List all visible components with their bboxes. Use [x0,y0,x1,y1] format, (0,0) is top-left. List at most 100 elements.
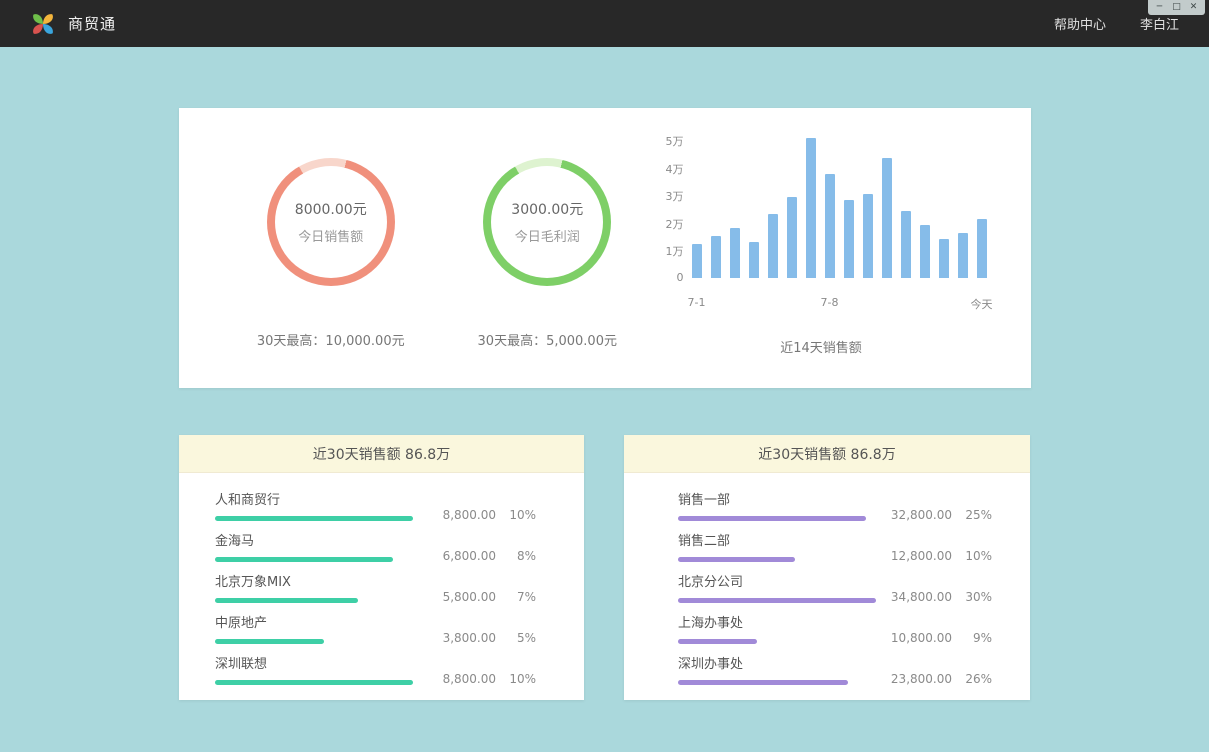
today-profit-footnote: 30天最高：5,000.00元 [478,330,617,349]
item-percent: 26% [952,672,992,686]
progress-bar [678,557,795,562]
item-value: 5,800.00 [430,590,496,604]
maximize-icon[interactable]: □ [1169,1,1184,14]
item-value: 23,800.00 [886,672,952,686]
bar [920,225,930,278]
list-item: 深圳办事处 23,800.0026% [678,653,992,685]
item-value: 12,800.00 [886,549,952,563]
x-tick-label: 今天 [971,296,993,312]
top-customers-panel: 近30天销售额 86.8万 人和商贸行8,800.0010%金海马6,800.0… [179,435,584,700]
donut-hole: 8000.00元 今日销售额 [275,166,387,278]
bar [863,194,873,278]
item-percent: 7% [496,590,536,604]
item-value: 10,800.00 [886,631,952,645]
progress-bar [215,639,324,644]
item-percent: 10% [496,672,536,686]
item-percent: 10% [952,549,992,563]
item-name: 中原地产 [215,612,324,631]
item-percent: 9% [952,631,992,645]
bar [977,219,987,278]
item-value: 32,800.00 [886,508,952,522]
y-tick-label: 0 [677,271,684,284]
list-item: 人和商贸行 8,800.0010% [215,489,536,521]
daily-sales-chart: 5万4万3万2万1万0 7-17-8今天 近14天销售额 [656,108,987,356]
help-center-link[interactable]: 帮助中心 [1054,14,1106,33]
overview-card: 8000.00元 今日销售额 30天最高：10,000.00元 3000.00元… [179,108,1031,388]
progress-bar [678,516,866,521]
bar [882,158,892,278]
app-title: 商贸通 [68,13,116,34]
item-name: 深圳办事处 [678,653,848,672]
bar [768,214,778,278]
item-value: 3,800.00 [430,631,496,645]
list-item: 销售一部 32,800.0025% [678,489,992,521]
today-sales-block: 8000.00元 今日销售额 30天最高：10,000.00元 [223,108,440,349]
daily-ylabels: 5万 4万 3万 2万 1万 0 [656,133,684,284]
item-name: 北京万象MIX [215,571,358,590]
today-profit-block: 3000.00元 今日毛利润 30天最高：5,000.00元 [439,108,656,349]
window-controls: ─ □ ✕ [1148,0,1205,15]
bar [901,211,911,278]
bar [939,239,949,278]
y-tick-label: 1万 [666,243,684,259]
list-item: 中原地产 3,800.005% [215,612,536,644]
y-tick-label: 5万 [666,133,684,149]
today-profit-label: 今日毛利润 [515,226,580,245]
daily-bars [692,138,987,278]
today-profit-value: 3000.00元 [511,199,583,219]
app-logo-pinwheel-icon [30,11,56,37]
today-sales-label: 今日销售额 [298,226,363,245]
item-percent: 25% [952,508,992,522]
y-tick-label: 2万 [666,216,684,232]
minimize-icon[interactable]: ─ [1152,1,1167,14]
panel-title: 近30天销售额 86.8万 [624,435,1030,473]
list-item: 金海马6,800.008% [215,530,536,562]
today-sales-value: 8000.00元 [295,199,367,219]
list-item: 深圳联想 8,800.0010% [215,653,536,685]
progress-bar [215,557,393,562]
bar [730,228,740,278]
progress-bar [215,680,413,685]
item-percent: 10% [496,508,536,522]
progress-bar [678,680,848,685]
bar [787,197,797,278]
panel-title: 近30天销售额 86.8万 [179,435,584,473]
top-customers-list: 人和商贸行8,800.0010%金海马6,800.008%北京万象MIX5,80… [179,473,584,685]
today-sales-footnote: 30天最高：10,000.00元 [257,330,405,349]
user-menu[interactable]: 李白江 [1140,14,1179,33]
item-value: 8,800.00 [430,508,496,522]
item-name: 上海办事处 [678,612,757,631]
bar [958,233,968,278]
item-value: 34,800.00 [886,590,952,604]
bar [749,242,759,278]
x-tick-label: 7-1 [688,296,706,309]
daily-xlabels: 7-17-8今天 [692,296,987,311]
item-value: 8,800.00 [430,672,496,686]
bar [711,236,721,278]
y-tick-label: 4万 [666,161,684,177]
item-name: 销售二部 [678,530,795,549]
list-item: 北京万象MIX 5,800.007% [215,571,536,603]
y-tick-label: 3万 [666,188,684,204]
list-item: 北京分公司 34,800.0030% [678,571,992,603]
item-name: 金海马 [215,530,393,549]
item-name: 销售一部 [678,489,866,508]
bar [692,244,702,278]
bar [844,200,854,278]
item-percent: 5% [496,631,536,645]
donut-chart-today-profit: 3000.00元 今日毛利润 [483,158,611,286]
list-item: 销售二部 12,800.0010% [678,530,992,562]
item-name: 深圳联想 [215,653,413,672]
item-value: 6,800.00 [430,549,496,563]
panels-row: 近30天销售额 86.8万 人和商贸行8,800.0010%金海马6,800.0… [179,435,1030,700]
bar [825,174,835,278]
progress-bar [215,598,358,603]
x-tick-label: 7-8 [821,296,839,309]
departments-list: 销售一部 32,800.0025% 销售二部 12,800.0010% 北京分公司 34,… [624,473,1030,685]
close-icon[interactable]: ✕ [1186,1,1201,14]
progress-bar [678,639,757,644]
item-name: 人和商贸行 [215,489,413,508]
item-percent: 30% [952,590,992,604]
item-name: 北京分公司 [678,571,876,590]
titlebar: 商贸通 帮助中心 李白江 ─ □ ✕ [0,0,1209,47]
